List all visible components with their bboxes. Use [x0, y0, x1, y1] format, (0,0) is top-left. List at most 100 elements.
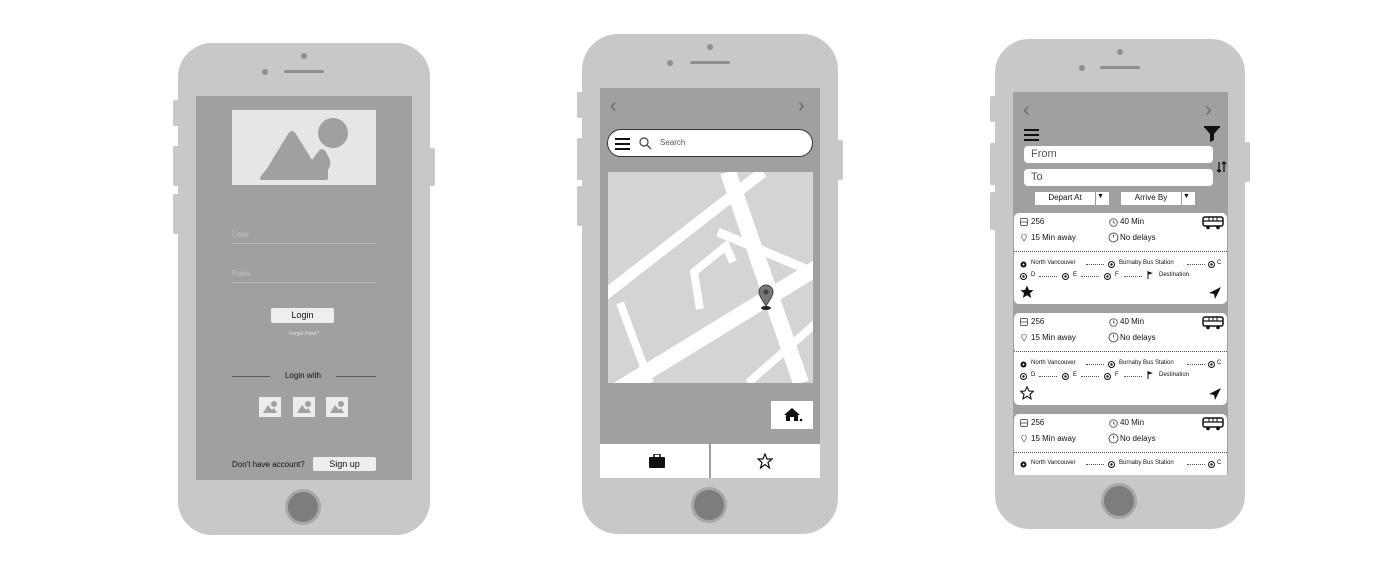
volume-button: [577, 92, 583, 118]
flag-icon: [1147, 271, 1153, 279]
login-screen: User Pass Login Forgot Pass? Login with …: [196, 96, 412, 480]
map-view[interactable]: [608, 172, 813, 383]
home-button[interactable]: [1101, 483, 1137, 519]
from-field[interactable]: From: [1024, 146, 1213, 163]
volume-button: [990, 143, 996, 185]
card-divider: [1014, 251, 1227, 252]
image-icon: [259, 118, 348, 180]
home-location-button[interactable]: [771, 401, 813, 429]
route-card[interactable]: 256 40 Min 15 Min away No delays North V…: [1014, 414, 1227, 475]
navigate-arrow-icon[interactable]: [1208, 387, 1222, 401]
from-field-placeholder: From: [1031, 148, 1057, 160]
speaker-slot: [1100, 66, 1140, 69]
pass-field-underline: [232, 282, 376, 283]
image-icon: [330, 401, 344, 413]
chevron-right-icon[interactable]: ›: [798, 96, 805, 116]
user-field-underline: [232, 243, 376, 244]
route-card[interactable]: 256 40 Min 15 Min away No delays North V…: [1014, 313, 1227, 405]
stop-origin: North Vancouver: [1031, 260, 1076, 266]
card-divider: [1014, 351, 1227, 352]
stop-icon: [1208, 461, 1215, 468]
stop-station: Burnaby Bus Station: [1119, 260, 1174, 266]
social-login-button[interactable]: [326, 397, 348, 417]
speaker-slot: [690, 61, 730, 64]
social-login-button[interactable]: [293, 397, 315, 417]
pass-field[interactable]: Pass: [232, 269, 250, 278]
clock-icon: [1109, 218, 1118, 227]
volume-button: [173, 100, 179, 126]
depart-at-select[interactable]: Depart At ▼: [1035, 192, 1109, 205]
to-field[interactable]: To: [1024, 169, 1213, 186]
navigate-arrow-icon[interactable]: [1208, 286, 1222, 300]
time-away: 15 Min away: [1031, 434, 1076, 443]
stop-d: D: [1031, 272, 1036, 278]
location-pin-icon[interactable]: [758, 284, 774, 310]
hamburger-menu-icon[interactable]: [615, 138, 631, 150]
chevron-left-icon[interactable]: ‹: [610, 96, 617, 116]
volume-button: [173, 146, 179, 186]
forgot-pass-link[interactable]: Forgot Pass?: [196, 331, 412, 337]
home-icon: [784, 408, 803, 422]
power-button: [429, 148, 435, 186]
tab-favorites[interactable]: [711, 444, 820, 478]
swap-icon[interactable]: [1216, 160, 1228, 174]
depart-at-label: Depart At: [1048, 193, 1082, 202]
bus-icon: [1202, 216, 1224, 230]
star-filled-icon[interactable]: [1020, 285, 1034, 299]
routes-screen: ‹ › From To Depart At ▼ Arrive By ▼ 256 …: [1013, 92, 1228, 475]
stop-icon: [1104, 373, 1111, 380]
stop-connector: [1086, 464, 1104, 465]
chevron-right-icon[interactable]: ›: [1205, 100, 1212, 120]
stop-f: F: [1115, 372, 1119, 378]
hamburger-menu-icon[interactable]: [1024, 129, 1040, 141]
bus-small-icon: [1020, 218, 1028, 226]
stop-connector: [1081, 276, 1099, 277]
power-button: [1244, 142, 1250, 182]
bus-icon: [1202, 316, 1224, 330]
stop-connector: [1039, 376, 1057, 377]
pin-small-icon: [1021, 234, 1027, 242]
social-login-button[interactable]: [259, 397, 281, 417]
stop-d: D: [1031, 372, 1036, 378]
home-button[interactable]: [285, 489, 321, 525]
chevron-left-icon[interactable]: ‹: [1023, 100, 1030, 120]
camera-dot: [301, 53, 307, 59]
volume-button: [173, 194, 179, 234]
delay-status: No delays: [1120, 333, 1156, 342]
bus-icon: [1202, 417, 1224, 431]
trip-duration: 40 Min: [1120, 317, 1145, 326]
camera-dot: [667, 60, 673, 66]
no-account-label: Don't have account?: [232, 460, 305, 469]
route-number: 256: [1031, 217, 1045, 226]
flag-icon: [1147, 371, 1153, 379]
timer-icon: [1108, 232, 1119, 243]
stop-connector: [1086, 264, 1104, 265]
logo-placeholder-image: [232, 110, 376, 185]
dropdown-divider: [1095, 192, 1096, 205]
bus-small-icon: [1020, 318, 1028, 326]
login-button[interactable]: Login: [271, 308, 334, 323]
signup-button[interactable]: Sign up: [313, 457, 376, 471]
to-field-placeholder: To: [1031, 171, 1043, 183]
pin-small-icon: [1021, 435, 1027, 443]
pin-small-icon: [1021, 334, 1027, 342]
search-input[interactable]: Search: [660, 138, 685, 147]
arrive-by-select[interactable]: Arrive By ▼: [1121, 192, 1195, 205]
stop-connector: [1086, 364, 1104, 365]
search-icon: [639, 137, 652, 150]
filter-icon[interactable]: [1204, 126, 1220, 142]
stop-e: E: [1073, 372, 1078, 378]
search-bar[interactable]: Search: [607, 129, 813, 157]
route-card[interactable]: 256 40 Min 15 Min away No delays North V…: [1014, 213, 1227, 304]
camera-dot: [262, 69, 268, 75]
stop-icon: [1108, 261, 1115, 268]
stop-icon: [1208, 361, 1215, 368]
home-button[interactable]: [691, 487, 727, 523]
camera-dot: [1117, 49, 1123, 55]
briefcase-icon: [649, 454, 665, 468]
tab-briefcase[interactable]: [600, 444, 709, 478]
stop-connector: [1081, 376, 1099, 377]
star-outline-icon[interactable]: [1020, 386, 1034, 400]
route-number: 256: [1031, 317, 1045, 326]
user-field[interactable]: User: [232, 230, 249, 239]
